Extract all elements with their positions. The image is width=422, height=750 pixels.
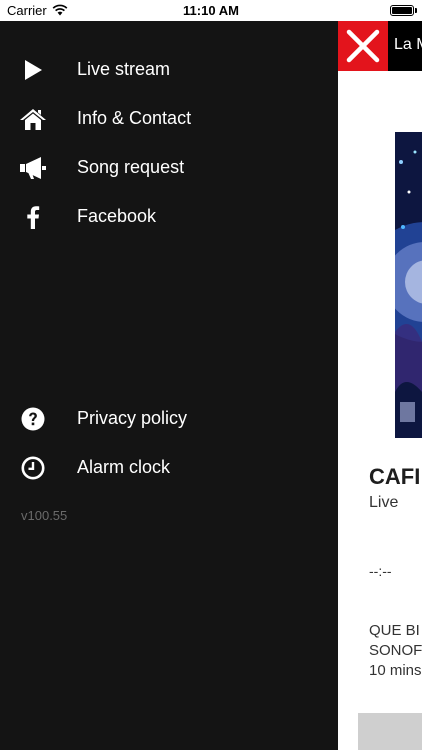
track-info-line: QUE BI	[369, 622, 420, 639]
status-bar: Carrier 11:10 AM	[0, 0, 422, 21]
question-circle-icon	[21, 407, 45, 431]
close-icon	[346, 29, 380, 63]
track-info-line: 10 mins	[369, 662, 422, 679]
menu-item-label: Facebook	[77, 206, 157, 226]
clock-time: 11:10 AM	[183, 3, 239, 18]
menu-item-song-request[interactable]: Song request	[0, 148, 338, 188]
home-icon	[20, 109, 46, 130]
menu-item-facebook[interactable]: Facebook	[0, 197, 338, 237]
menu-item-label: Alarm clock	[77, 457, 171, 477]
menu-item-label: Live stream	[77, 59, 171, 79]
menu-item-label: Info & Contact	[77, 108, 192, 128]
track-info-line: SONOF	[369, 642, 422, 659]
close-button[interactable]	[338, 21, 388, 71]
side-drawer: Live stream Info & Contact Song request …	[0, 21, 338, 750]
facebook-icon	[27, 206, 40, 229]
app-version: v100.55	[21, 508, 68, 523]
playback-time: --:--	[369, 563, 392, 579]
play-icon	[25, 60, 42, 80]
menu-item-alarm-clock[interactable]: Alarm clock	[0, 448, 338, 488]
app-title: La M	[394, 36, 422, 53]
menu-item-live-stream[interactable]: Live stream	[0, 50, 338, 90]
megaphone-icon	[20, 157, 46, 179]
menu-item-info-contact[interactable]: Info & Contact	[0, 99, 338, 139]
station-name: CAFI	[369, 464, 421, 489]
battery-icon	[390, 5, 414, 16]
station-subtitle: Live	[369, 494, 399, 511]
bottom-bar	[358, 713, 422, 750]
menu-item-label: Song request	[77, 157, 185, 177]
album-cover	[395, 132, 422, 438]
menu-item-label: Privacy policy	[77, 408, 188, 428]
clock-icon	[21, 456, 45, 480]
menu-item-privacy-policy[interactable]: Privacy policy	[0, 399, 338, 439]
